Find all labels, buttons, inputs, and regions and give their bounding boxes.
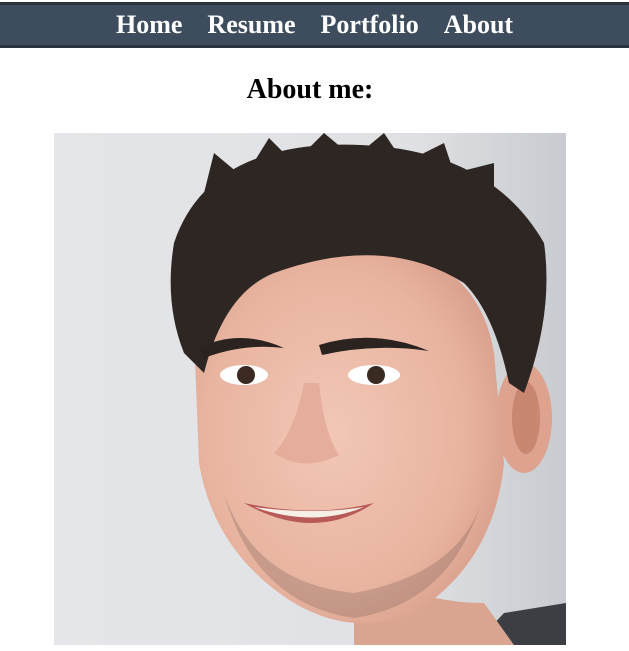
nav-link-about[interactable]: About xyxy=(444,12,513,38)
nav-link-portfolio[interactable]: Portfolio xyxy=(321,12,419,38)
portrait-illustration xyxy=(54,133,566,645)
profile-photo xyxy=(54,133,566,645)
nav-link-resume[interactable]: Resume xyxy=(207,12,295,38)
nav-link-home[interactable]: Home xyxy=(116,12,182,38)
top-navigation-bar: Home Resume Portfolio About xyxy=(0,2,629,48)
page-title: About me: xyxy=(246,74,374,105)
